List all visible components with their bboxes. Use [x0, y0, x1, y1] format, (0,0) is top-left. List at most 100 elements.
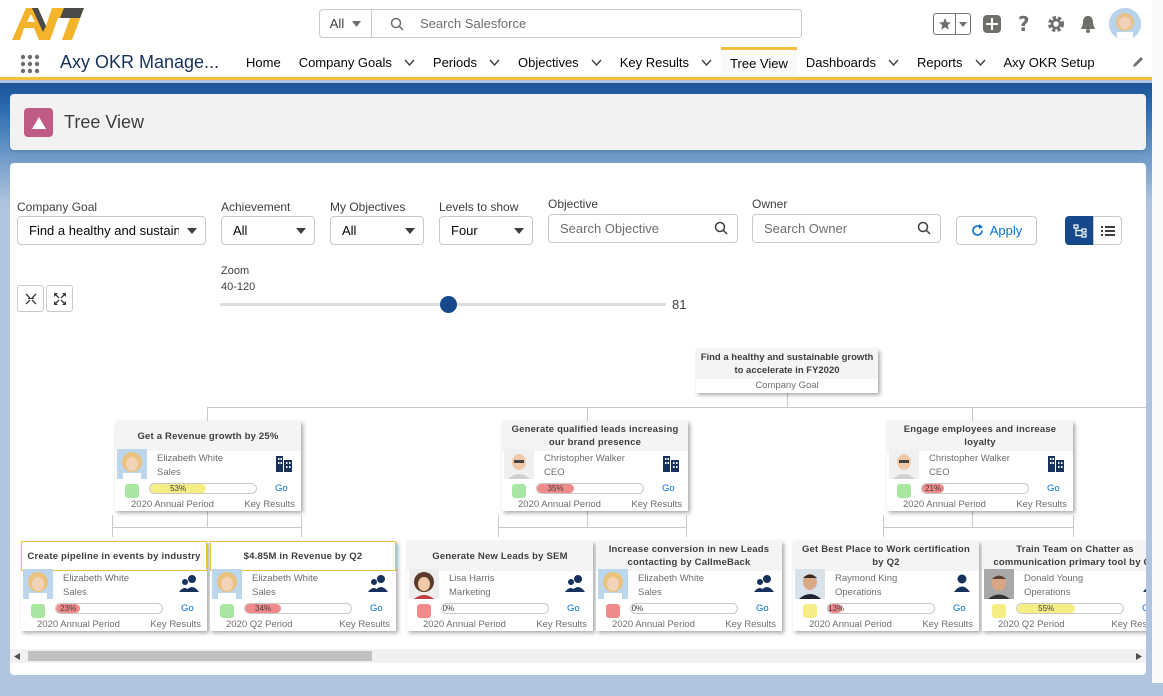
search-scope-select[interactable]: All: [320, 10, 372, 37]
collapse-all-button[interactable]: [17, 285, 44, 312]
star-icon[interactable]: [934, 14, 957, 34]
key-results-link[interactable]: Key Results: [339, 619, 390, 630]
chevron-down-icon[interactable]: [701, 59, 712, 66]
objective-search-input[interactable]: Search Objective: [548, 214, 738, 243]
key-results-link[interactable]: Key Results: [725, 619, 776, 630]
go-link[interactable]: Go: [181, 603, 194, 614]
owner-avatar: [117, 449, 147, 479]
objective-title[interactable]: Get Best Place to Work certification by …: [793, 541, 979, 571]
objective-title[interactable]: Train Team on Chatter as communication p…: [982, 541, 1146, 571]
tab-2[interactable]: Periods: [424, 47, 509, 77]
key-results-link[interactable]: Key Results: [536, 619, 587, 630]
go-link[interactable]: Go: [953, 603, 966, 614]
chevron-down-icon[interactable]: [591, 59, 602, 66]
objective-node[interactable]: Engage employees and increase loyalty Chr…: [887, 421, 1073, 511]
objective-placeholder: Search Objective: [560, 221, 659, 236]
objective-title[interactable]: Engage employees and increase loyalty: [887, 421, 1073, 451]
objective-node[interactable]: $4.85M in Revenue by Q2 Elizabeth White Sa…: [210, 541, 396, 631]
tab-4[interactable]: Key Results: [611, 47, 721, 77]
search-scope-label: All: [329, 16, 345, 31]
user-avatar[interactable]: [1109, 8, 1141, 40]
tab-label: Home: [246, 54, 281, 70]
tab-0[interactable]: Home: [237, 47, 290, 77]
search-placeholder[interactable]: Search Salesforce: [420, 16, 526, 31]
objective-title[interactable]: Generate New Leads by SEM: [407, 541, 593, 571]
key-results-link[interactable]: Key Results: [631, 499, 682, 510]
tab-7[interactable]: Reports: [908, 47, 995, 77]
app-launcher-icon[interactable]: [20, 54, 40, 77]
tree-layout-button[interactable]: [1065, 216, 1094, 245]
help-icon[interactable]: ?: [1013, 13, 1035, 35]
go-link[interactable]: Go: [756, 603, 769, 614]
objective-node[interactable]: Get Best Place to Work certification by …: [793, 541, 979, 631]
owner-role: Sales: [157, 467, 181, 478]
go-link[interactable]: Go: [1047, 483, 1060, 494]
scrollbar-thumb[interactable]: [28, 651, 372, 661]
tab-3[interactable]: Objectives: [509, 47, 611, 77]
company-goal-node[interactable]: Find a healthy and sustainable growth to…: [696, 349, 878, 393]
chevron-down-icon: [514, 228, 524, 234]
progress-bar: 0%: [630, 603, 738, 614]
search-icon[interactable]: [917, 221, 931, 235]
achievement-select[interactable]: All: [221, 216, 315, 245]
objective-title[interactable]: Generate qualified leads increasing our …: [502, 421, 688, 451]
objective-node[interactable]: Increase conversion in new Leads contact…: [596, 541, 782, 631]
objective-node[interactable]: Train Team on Chatter as communication p…: [982, 541, 1146, 631]
tab-1[interactable]: Company Goals: [290, 47, 424, 77]
tab-label: Objectives: [517, 54, 579, 70]
status-indicator: [897, 484, 911, 498]
zoom-slider-thumb[interactable]: [440, 296, 457, 313]
objective-node[interactable]: Generate New Leads by SEM Lisa Harris Mark…: [407, 541, 593, 631]
chevron-down-icon[interactable]: [974, 59, 986, 66]
horizontal-scrollbar[interactable]: [10, 649, 1146, 663]
add-icon[interactable]: [981, 13, 1003, 35]
objective-node[interactable]: Generate qualified leads increasing our …: [502, 421, 688, 511]
levels-select[interactable]: Four: [439, 216, 533, 245]
global-search[interactable]: All Search Salesforce: [319, 9, 802, 38]
bell-icon[interactable]: [1077, 13, 1099, 35]
chevron-down-icon[interactable]: [888, 59, 899, 66]
chevron-down-icon[interactable]: [404, 59, 415, 66]
owner-search-input[interactable]: Search Owner: [752, 214, 941, 243]
tab-6[interactable]: Dashboards: [797, 47, 908, 77]
objective-title[interactable]: Get a Revenue growth by 25%: [115, 421, 301, 451]
chevron-down-icon[interactable]: [489, 59, 500, 66]
scroll-left-icon[interactable]: [14, 653, 20, 660]
tab-5[interactable]: Tree View: [721, 47, 797, 77]
app-logo[interactable]: [12, 6, 84, 45]
list-layout-button[interactable]: [1093, 216, 1122, 245]
apply-button[interactable]: Apply: [956, 216, 1037, 245]
objective-node[interactable]: Create pipeline in events by industry Eli…: [21, 541, 207, 631]
tab-label: Key Results: [619, 54, 690, 70]
objective-title[interactable]: Create pipeline in events by industry: [21, 541, 207, 571]
gear-icon[interactable]: [1045, 13, 1067, 35]
go-link[interactable]: Go: [1142, 603, 1146, 614]
edit-nav-icon[interactable]: [1131, 55, 1145, 72]
key-results-link[interactable]: Key Results: [150, 619, 201, 630]
owner-role: Operations: [835, 587, 882, 598]
objective-title[interactable]: $4.85M in Revenue by Q2: [210, 541, 396, 571]
scroll-right-icon[interactable]: [1136, 653, 1142, 660]
progress-fill: 0%: [442, 604, 455, 613]
objective-node[interactable]: Get a Revenue growth by 25% Elizabeth Whi…: [115, 421, 301, 511]
tab-label: Company Goals: [298, 54, 392, 70]
vertical-scrollbar[interactable]: [1152, 0, 1163, 683]
go-link[interactable]: Go: [662, 483, 675, 494]
key-results-link[interactable]: Key Results: [1016, 499, 1067, 510]
app-name: Axy OKR Manage...: [60, 52, 220, 72]
key-results-link[interactable]: Key Results: [244, 499, 295, 510]
go-link[interactable]: Go: [275, 483, 288, 494]
go-link[interactable]: Go: [567, 603, 580, 614]
search-icon[interactable]: [714, 221, 728, 235]
company-goal-select[interactable]: Find a healthy and sustainable growth to…: [17, 216, 206, 245]
my-objectives-select[interactable]: All: [330, 216, 424, 245]
key-results-link[interactable]: Key Results: [1111, 619, 1146, 630]
tab-8[interactable]: Axy OKR Setup: [995, 47, 1104, 77]
owner-name: Christopher Walker: [544, 453, 625, 464]
objective-title[interactable]: Increase conversion in new Leads contact…: [596, 541, 782, 571]
favorites-button[interactable]: [933, 13, 971, 35]
chevron-down-icon[interactable]: [956, 14, 970, 34]
expand-all-button[interactable]: [46, 285, 73, 312]
go-link[interactable]: Go: [370, 603, 383, 614]
key-results-link[interactable]: Key Results: [922, 619, 973, 630]
